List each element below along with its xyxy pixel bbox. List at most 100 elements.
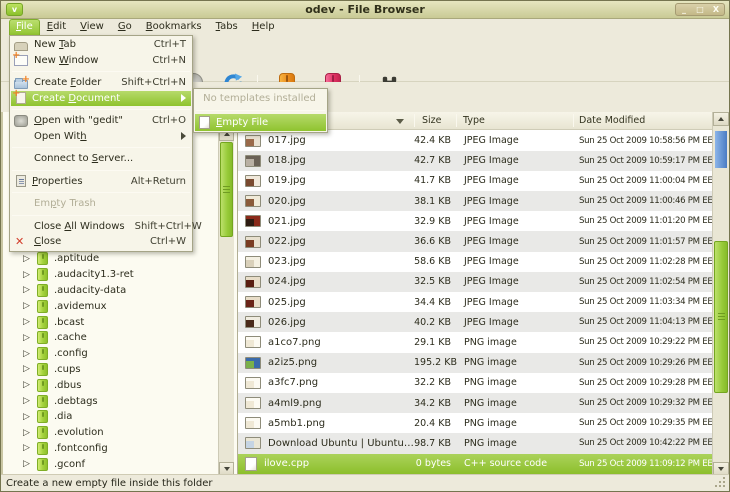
minimize-window-icon[interactable]: _: [676, 4, 692, 15]
tree-item-label: .cache: [54, 332, 87, 343]
tree-item-config[interactable]: ▷.config: [3, 346, 215, 362]
menu-accelerator: Ctrl+W: [140, 236, 186, 247]
file-list-scrollbar-thumb[interactable]: [714, 241, 728, 393]
tree-item-gconf[interactable]: ▷.gconf: [3, 456, 215, 472]
file-name-cell: 026.jpg: [238, 316, 414, 328]
titlebar[interactable]: v odev - File Browser _□X: [1, 1, 729, 19]
menu-item-open-with-gedit[interactable]: Open with "gedit"Ctrl+O: [11, 113, 191, 129]
tree-item-evolution[interactable]: ▷.evolution: [3, 425, 215, 441]
expander-icon[interactable]: ▷: [23, 283, 37, 297]
menu-item-close-all-windows[interactable]: Close All WindowsShift+Ctrl+W: [11, 219, 191, 235]
tree-item-fontconfig[interactable]: ▷.fontconfig: [3, 441, 215, 457]
scroll-up-button[interactable]: [713, 112, 729, 126]
file-menu: New TabCtrl+TNew WindowCtrl+N Create Fold…: [9, 35, 193, 252]
tree-item-cache[interactable]: ▷ .cache: [3, 330, 215, 346]
expander-icon[interactable]: ▷: [23, 426, 37, 440]
menu-item-properties[interactable]: PropertiesAlt+Return: [11, 174, 191, 190]
file-name: 017.jpg: [268, 135, 306, 146]
menu-item-new-tab[interactable]: New TabCtrl+T: [11, 37, 191, 53]
menu-separator: [12, 109, 190, 110]
file-row-download-ubuntu-ubuntu-12565[interactable]: Download Ubuntu | Ubuntu_12565...98.7 KB…: [238, 433, 712, 453]
file-row-a5mb1-png[interactable]: a5mb1.png20.4 KBPNG imageSun 25 Oct 2009…: [238, 413, 712, 433]
column-header-type[interactable]: Type: [463, 115, 485, 126]
file-list-scrollbar[interactable]: [712, 112, 729, 476]
resize-grip[interactable]: [714, 476, 725, 487]
file-row-020-jpg[interactable]: 020.jpg38.1 KBJPEG ImageSun 25 Oct 2009 …: [238, 191, 712, 211]
file-name-cell: ilove.cpp: [238, 457, 414, 471]
folder-icon: [37, 410, 48, 423]
tree-item-bcast[interactable]: ▷ .bcast: [3, 314, 215, 330]
menubar-item-edit[interactable]: Edit: [40, 19, 73, 35]
expander-icon[interactable]: ▷: [23, 362, 37, 376]
menu-item-connect-to-server[interactable]: Connect to Server...: [11, 151, 191, 167]
tree-item-audacity1-3-ret[interactable]: ▷.audacity1.3-ret: [3, 267, 215, 283]
file-date-modified: Sun 25 Oct 2009 11:04:13 PM EET: [573, 317, 712, 327]
menubar-item-file[interactable]: File: [9, 19, 40, 35]
expander-icon[interactable]: ▷: [23, 441, 37, 455]
file-row-a3fc7-png[interactable]: a3fc7.png32.2 KBPNG imageSun 25 Oct 2009…: [238, 373, 712, 393]
menu-item-label: Empty File: [216, 117, 268, 128]
tree-item-aptitude[interactable]: ▷.aptitude: [3, 251, 215, 267]
file-row-ilove-cpp[interactable]: ilove.cpp0 bytesC++ source codeSun 25 Oc…: [238, 454, 712, 474]
file-name-cell: 022.jpg: [238, 236, 414, 248]
menubar: FileEditViewGoBookmarksTabsHelp: [1, 19, 729, 35]
statusbar: Create a new empty file inside this fold…: [1, 474, 729, 491]
close-window-icon[interactable]: X: [708, 4, 724, 15]
expander-icon[interactable]: ▷: [23, 252, 37, 266]
image-thumbnail-icon: [245, 256, 261, 268]
menubar-item-bookmarks[interactable]: Bookmarks: [139, 19, 209, 35]
expander-icon[interactable]: ▷: [23, 410, 37, 424]
tree-item-avidemux[interactable]: ▷.avidemux: [3, 298, 215, 314]
file-row-023-jpg[interactable]: 023.jpg58.6 KBJPEG ImageSun 25 Oct 2009 …: [238, 252, 712, 272]
sidebar-scrollbar-thumb[interactable]: [220, 142, 233, 237]
file-row-021-jpg[interactable]: 021.jpg32.9 KBJPEG ImageSun 25 Oct 2009 …: [238, 211, 712, 231]
file-row-018-jpg[interactable]: 018.jpg42.7 KBJPEG ImageSun 25 Oct 2009 …: [238, 151, 712, 171]
expander-icon[interactable]: ▷: [23, 315, 37, 329]
menubar-item-help[interactable]: Help: [245, 19, 282, 35]
tree-item-label: .bcast: [54, 317, 84, 328]
file-size: 41.7 KB: [414, 175, 456, 186]
menu-item-create-document[interactable]: Create Document: [11, 91, 191, 107]
maximize-window-icon[interactable]: □: [692, 4, 708, 15]
menubar-item-go[interactable]: Go: [111, 19, 139, 35]
menu-item-new-window[interactable]: New WindowCtrl+N: [11, 53, 191, 69]
menu-item-empty-file[interactable]: Empty File: [195, 114, 326, 131]
menu-item-close[interactable]: CloseCtrl+W: [11, 234, 191, 250]
expander-icon[interactable]: ▷: [23, 378, 37, 392]
menubar-item-view[interactable]: View: [73, 19, 111, 35]
tree-item-audacity-data[interactable]: ▷.audacity-data: [3, 283, 215, 299]
file-name-cell: 017.jpg: [238, 135, 414, 147]
expander-icon[interactable]: ▷: [23, 299, 37, 313]
file-row-a2iz5-png[interactable]: a2iz5.png195.2 KBPNG imageSun 25 Oct 200…: [238, 353, 712, 373]
window-menu-icon[interactable]: v: [6, 3, 23, 16]
tree-item-debtags[interactable]: ▷.debtags: [3, 393, 215, 409]
file-row-022-jpg[interactable]: 022.jpg36.6 KBJPEG ImageSun 25 Oct 2009 …: [238, 231, 712, 251]
menu-separator: [12, 71, 190, 72]
column-header-date-modified[interactable]: Date Modified: [579, 115, 645, 126]
file-row-019-jpg[interactable]: 019.jpg41.7 KBJPEG ImageSun 25 Oct 2009 …: [238, 171, 712, 191]
file-row-a4ml9-png[interactable]: a4ml9.png34.2 KBPNG imageSun 25 Oct 2009…: [238, 393, 712, 413]
file-row-024-jpg[interactable]: 024.jpg32.5 KBJPEG ImageSun 25 Oct 2009 …: [238, 272, 712, 292]
image-thumbnail-icon: [245, 195, 261, 207]
tree-item-dia[interactable]: ▷.dia: [3, 409, 215, 425]
menu-item-open-with[interactable]: Open With: [11, 129, 191, 145]
menubar-item-tabs[interactable]: Tabs: [209, 19, 245, 35]
file-row-a1co7-png[interactable]: a1co7.png29.1 KBPNG imageSun 25 Oct 2009…: [238, 332, 712, 352]
folder-icon: [37, 347, 48, 360]
file-row-017-jpg[interactable]: 017.jpg42.4 KBJPEG ImageSun 25 Oct 2009 …: [238, 131, 712, 151]
file-row-025-jpg[interactable]: 025.jpg34.4 KBJPEG ImageSun 25 Oct 2009 …: [238, 292, 712, 312]
expander-icon[interactable]: ▷: [23, 457, 37, 471]
tree-item-dbus[interactable]: ▷.dbus: [3, 377, 215, 393]
menu-item-create-folder[interactable]: Create FolderShift+Ctrl+N: [11, 75, 191, 91]
file-type: JPEG Image: [456, 297, 573, 308]
file-size: 32.5 KB: [414, 276, 456, 287]
tree-item-cups[interactable]: ▷.cups: [3, 362, 215, 378]
column-header-size[interactable]: Size: [422, 115, 442, 126]
expander-icon[interactable]: ▷: [23, 347, 37, 361]
file-name: 025.jpg: [268, 297, 306, 308]
expander-icon[interactable]: ▷: [23, 394, 37, 408]
file-row-026-jpg[interactable]: 026.jpg40.2 KBJPEG ImageSun 25 Oct 2009 …: [238, 312, 712, 332]
expander-icon[interactable]: ▷: [23, 331, 37, 345]
expander-icon[interactable]: ▷: [23, 268, 37, 282]
sidebar-scrollbar[interactable]: [218, 112, 234, 476]
